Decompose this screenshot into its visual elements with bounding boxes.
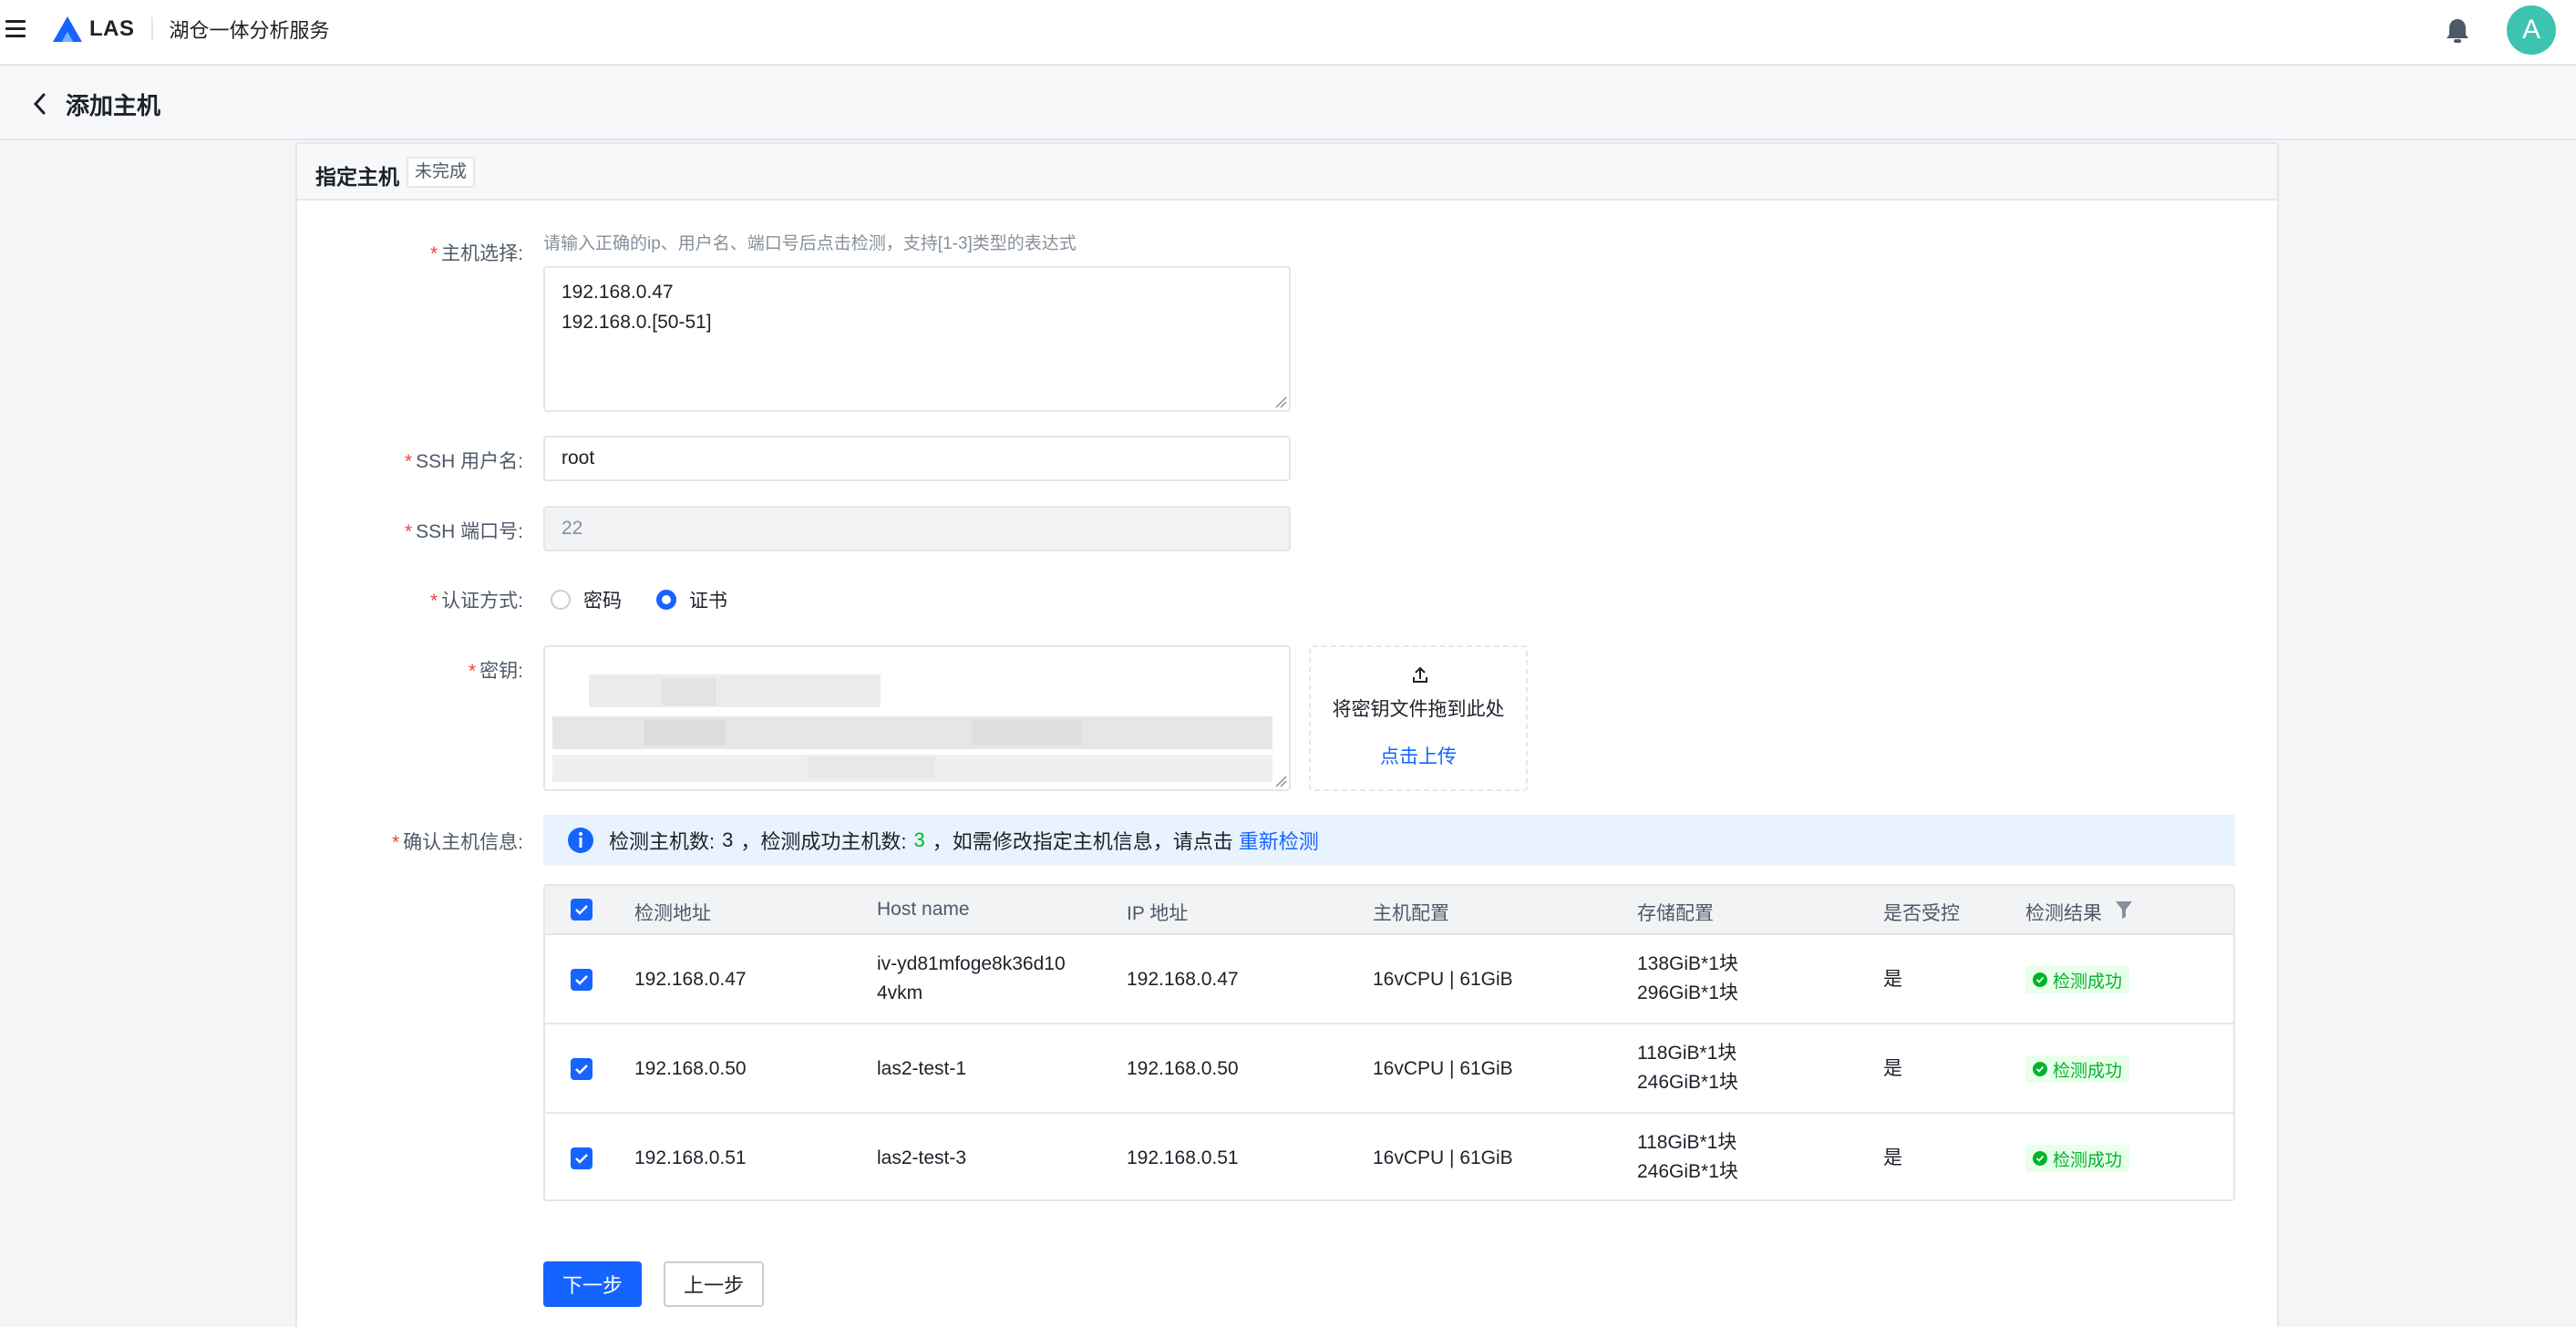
- app-logo[interactable]: LAS 湖仓一体分析服务: [51, 15, 330, 44]
- col-config: 主机配置: [1373, 903, 1449, 924]
- cell-ip: 192.168.0.47: [1127, 969, 1239, 990]
- menu-icon[interactable]: [5, 20, 26, 38]
- col-ip: IP 地址: [1127, 903, 1189, 924]
- cell-storage: 118GiB*1块 246GiB*1块: [1637, 1043, 1738, 1093]
- row-checkbox[interactable]: [571, 1147, 592, 1169]
- key-textarea[interactable]: [543, 645, 1291, 791]
- row-checkbox[interactable]: [571, 969, 592, 991]
- cell-hostname: iv-yd81mfoge8k36d10 4vkm: [877, 953, 1066, 1003]
- col-managed: 是否受控: [1883, 903, 1960, 924]
- host-select-hint: 请输入正确的ip、用户名、端口号后点击检测，支持[1-3]类型的表达式: [543, 234, 1077, 253]
- check-icon: [575, 905, 588, 915]
- cell-address: 192.168.0.47: [634, 969, 747, 990]
- auth-radio-password[interactable]: 密码: [551, 586, 622, 613]
- ssh-port-label: * SSH 端口号:: [404, 521, 523, 542]
- col-storage: 存储配置: [1637, 903, 1714, 924]
- cell-ip: 192.168.0.50: [1127, 1058, 1239, 1079]
- key-label: * 密钥:: [468, 661, 523, 682]
- success-check-icon: [2033, 972, 2047, 987]
- auth-label: * 认证方式:: [429, 591, 523, 612]
- filter-icon[interactable]: [2115, 900, 2133, 920]
- col-address: 检测地址: [634, 903, 711, 924]
- upload-icon: [1413, 666, 1427, 683]
- host-select-label: * 主机选择:: [429, 243, 523, 264]
- page-header: 添加主机: [0, 67, 2576, 140]
- cell-storage: 118GiB*1块 246GiB*1块: [1637, 1132, 1738, 1182]
- status-badge: 检测成功: [2025, 1145, 2130, 1172]
- status-badge: 检测成功: [2025, 966, 2130, 993]
- radio-checked-icon: [656, 590, 676, 610]
- cell-managed: 是: [1883, 1147, 1902, 1168]
- table-row[interactable]: 192.168.0.50 las2-test-1 192.168.0.50 16…: [545, 1024, 2233, 1114]
- select-all-checkbox[interactable]: [571, 899, 592, 921]
- check-icon: [575, 1065, 588, 1075]
- status-badge: 检测成功: [2025, 1055, 2130, 1083]
- alert-suffix: ，如需修改指定主机信息，请点击: [932, 830, 1233, 853]
- cell-hostname: las2-test-1: [877, 1058, 967, 1079]
- alert-success-count: 3: [913, 828, 925, 851]
- cell-config: 16vCPU | 61GiB: [1373, 1147, 1513, 1168]
- radio-label: 密码: [583, 591, 622, 612]
- upload-text: 将密钥文件拖到此处: [1332, 699, 1505, 720]
- cell-address: 192.168.0.51: [634, 1147, 747, 1168]
- host-line: 192.168.0.[50-51]: [562, 312, 712, 333]
- detection-alert: 检测主机数: 3 ，检测成功主机数: 3 ，如需修改指定主机信息，请点击 重新检…: [543, 815, 2235, 866]
- host-select-textarea[interactable]: 192.168.0.47 192.168.0.[50-51]: [543, 266, 1291, 412]
- success-check-icon: [2033, 1151, 2047, 1166]
- notification-bell-icon[interactable]: [2445, 16, 2470, 48]
- upload-link[interactable]: 点击上传: [1311, 742, 1526, 769]
- cell-address: 192.168.0.50: [634, 1058, 747, 1079]
- alert-middle: ，检测成功主机数:: [740, 830, 907, 853]
- resize-handle-icon[interactable]: [1274, 396, 1287, 408]
- service-name: 湖仓一体分析服务: [169, 19, 330, 42]
- table-row[interactable]: 192.168.0.51 las2-test-3 192.168.0.51 16…: [545, 1114, 2233, 1199]
- cell-config: 16vCPU | 61GiB: [1373, 1058, 1513, 1079]
- resize-handle-icon[interactable]: [1274, 775, 1287, 787]
- card-header: 指定主机 未完成: [297, 144, 2277, 201]
- radio-unchecked-icon: [551, 590, 571, 610]
- status-tag: 未完成: [407, 157, 476, 188]
- key-upload-area[interactable]: 将密钥文件拖到此处 点击上传: [1309, 645, 1528, 791]
- cell-ip: 192.168.0.51: [1127, 1147, 1239, 1168]
- card-title: 指定主机: [315, 165, 399, 189]
- ssh-port-input[interactable]: 22: [543, 506, 1291, 551]
- logo-text: LAS: [89, 16, 135, 41]
- table-row[interactable]: 192.168.0.47 iv-yd81mfoge8k36d10 4vkm 192…: [545, 935, 2233, 1024]
- alert-prefix: 检测主机数:: [609, 830, 716, 853]
- auth-radio-certificate[interactable]: 证书: [656, 586, 727, 613]
- col-result: 检测结果: [2025, 903, 2102, 924]
- cell-managed: 是: [1883, 969, 1902, 990]
- ssh-user-label: * SSH 用户名:: [404, 451, 523, 472]
- col-hostname: Host name: [877, 899, 970, 920]
- check-icon: [575, 1154, 588, 1164]
- logo-divider: [150, 17, 153, 41]
- row-checkbox[interactable]: [571, 1058, 592, 1080]
- cell-storage: 138GiB*1块 296GiB*1块: [1637, 953, 1738, 1003]
- redacted-key-content: [552, 674, 1273, 782]
- table-header: 检测地址 Host name IP 地址 主机配置 存储配置 是否受控 检测结果: [545, 886, 2233, 935]
- prev-button[interactable]: 上一步: [664, 1261, 764, 1307]
- user-avatar[interactable]: A: [2507, 5, 2556, 55]
- page-title: 添加主机: [66, 92, 161, 119]
- next-button[interactable]: 下一步: [543, 1261, 642, 1307]
- back-arrow-icon[interactable]: [31, 91, 47, 121]
- cell-managed: 是: [1883, 1058, 1902, 1079]
- success-check-icon: [2033, 1062, 2047, 1076]
- host-line: 192.168.0.47: [562, 282, 674, 303]
- top-bar: LAS 湖仓一体分析服务 A: [0, 0, 2576, 66]
- alert-total-count: 3: [722, 828, 734, 851]
- check-icon: [575, 975, 588, 985]
- cell-config: 16vCPU | 61GiB: [1373, 969, 1513, 990]
- radio-label: 证书: [689, 591, 727, 612]
- confirm-label: * 确认主机信息:: [391, 832, 523, 853]
- info-icon: [568, 828, 593, 853]
- host-table: 检测地址 Host name IP 地址 主机配置 存储配置 是否受控 检测结果…: [543, 884, 2235, 1201]
- las-logo-icon: [53, 16, 82, 42]
- cell-hostname: las2-test-3: [877, 1147, 967, 1168]
- ssh-user-input[interactable]: root: [543, 436, 1291, 481]
- recheck-link[interactable]: 重新检测: [1239, 826, 1319, 855]
